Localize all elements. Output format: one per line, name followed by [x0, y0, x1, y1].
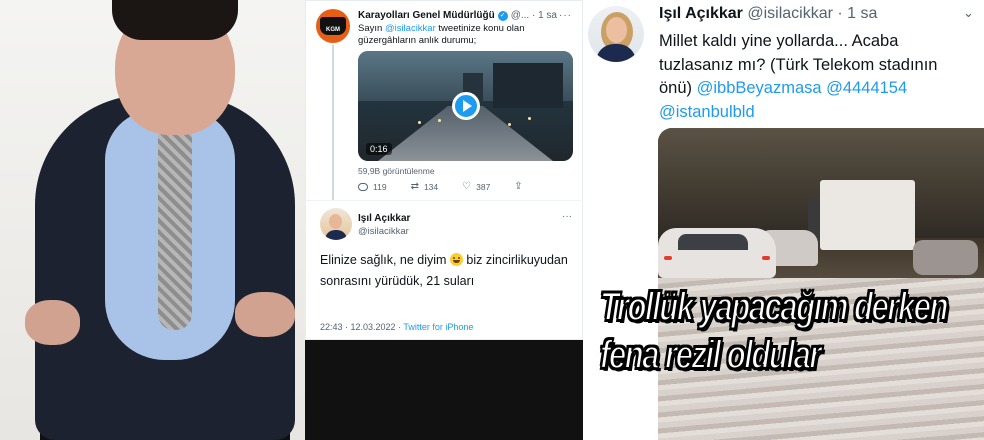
- car-window: [678, 234, 748, 250]
- video-building: [493, 63, 563, 108]
- man-photo: [0, 0, 310, 440]
- car: [913, 240, 978, 275]
- avatar-body: [596, 44, 636, 62]
- retweet-icon: ⇄: [410, 181, 419, 192]
- tweet-source-link[interactable]: Twitter for iPhone: [403, 322, 473, 332]
- mention-links[interactable]: @ibbBeyazmasa @4444154 @istanbulbld: [659, 79, 907, 121]
- reply-author-handle[interactable]: @isilacikkar: [358, 226, 409, 237]
- reply-button[interactable]: 119: [358, 181, 387, 192]
- tweet-meta: @... · 1 sa: [510, 10, 557, 21]
- tweet-actions: 119 ⇄ 134 ♡ 387 ⇪: [358, 181, 523, 192]
- reply-count: 119: [373, 181, 387, 192]
- tail-light: [762, 256, 770, 260]
- video-light: [418, 121, 421, 124]
- kgm-logo-text: KGM: [320, 17, 346, 35]
- video-light: [528, 117, 531, 120]
- video-duration: 0:16: [366, 143, 392, 155]
- avatar-face: [329, 214, 342, 229]
- truck: [820, 180, 915, 250]
- dark-background: [305, 340, 583, 440]
- more-options-icon[interactable]: ···: [559, 10, 572, 21]
- main-tweet-text: Millet kaldı yine yollarda... Acaba tuzl…: [659, 30, 969, 124]
- grinning-emoji-icon: [449, 253, 463, 266]
- share-icon: ⇪: [514, 181, 523, 192]
- headline-caption: Trollük yapacağım derken fena rezil oldu…: [599, 283, 949, 379]
- share-button[interactable]: ⇪: [514, 181, 522, 192]
- tweet-text-prefix: Sayın: [358, 23, 385, 34]
- tail-light: [664, 256, 672, 260]
- author-name[interactable]: Karayolları Genel Müdürlüğü: [358, 10, 495, 21]
- tweet-header: Karayolları Genel Müdürlüğü ✓ @... · 1 s…: [358, 10, 557, 21]
- caption-line-1: Trollük yapacağım derken: [599, 284, 949, 330]
- isil-avatar-small[interactable]: [320, 208, 352, 240]
- thread-line: [332, 45, 334, 200]
- video-player[interactable]: 0:16: [358, 51, 573, 161]
- mention-link[interactable]: @isilacikkar: [385, 23, 436, 34]
- tweet-text: Sayın @isilacikkar tweetinize konu olan …: [358, 23, 573, 47]
- divider: [305, 200, 583, 201]
- main-author-name[interactable]: Işıl Açıkkar: [659, 5, 743, 22]
- retweet-button[interactable]: ⇄ 134: [411, 181, 439, 192]
- car: [658, 228, 776, 278]
- reply-text-a: Elinize sağlık, ne diyim: [320, 253, 450, 267]
- avatar-face: [606, 17, 627, 43]
- chevron-down-icon[interactable]: ⌄: [963, 5, 974, 21]
- hair: [112, 0, 238, 40]
- tie: [158, 120, 192, 330]
- reply-timestamp-line: 22:43 · 12.03.2022 · Twitter for iPhone: [320, 322, 473, 332]
- isil-avatar[interactable]: [588, 6, 644, 62]
- reply-tweet-text: Elinize sağlık, ne diyim biz zincirlikuy…: [320, 250, 570, 292]
- left-hand: [25, 300, 80, 345]
- avatar-body: [325, 230, 347, 240]
- like-count: 387: [476, 181, 491, 192]
- reply-timestamp[interactable]: 22:43 · 12.03.2022 ·: [320, 322, 403, 332]
- play-icon[interactable]: [452, 92, 480, 120]
- caption-line-2: fena rezil oldular: [599, 332, 822, 378]
- main-tweet-meta: @isilacikkar · 1 sa: [747, 5, 878, 22]
- like-button[interactable]: ♡ 387: [462, 181, 490, 192]
- retweet-count: 134: [423, 181, 439, 192]
- main-tweet-header: Işıl Açıkkar @isilacikkar · 1 sa: [659, 5, 877, 23]
- kgm-avatar[interactable]: KGM: [316, 9, 350, 43]
- reply-author-name[interactable]: Işıl Açıkkar: [358, 213, 410, 224]
- video-light: [508, 123, 511, 126]
- right-hand: [235, 292, 295, 337]
- more-options-icon[interactable]: ···: [562, 211, 572, 222]
- view-count: 59,9B görüntülenme: [358, 166, 435, 176]
- verified-badge-icon: ✓: [497, 10, 508, 21]
- video-light: [438, 119, 441, 122]
- tweet-thread-card: KGM Karayolları Genel Müdürlüğü ✓ @... ·…: [305, 0, 583, 340]
- reply-icon: [358, 182, 368, 191]
- heart-icon: ♡: [462, 181, 472, 192]
